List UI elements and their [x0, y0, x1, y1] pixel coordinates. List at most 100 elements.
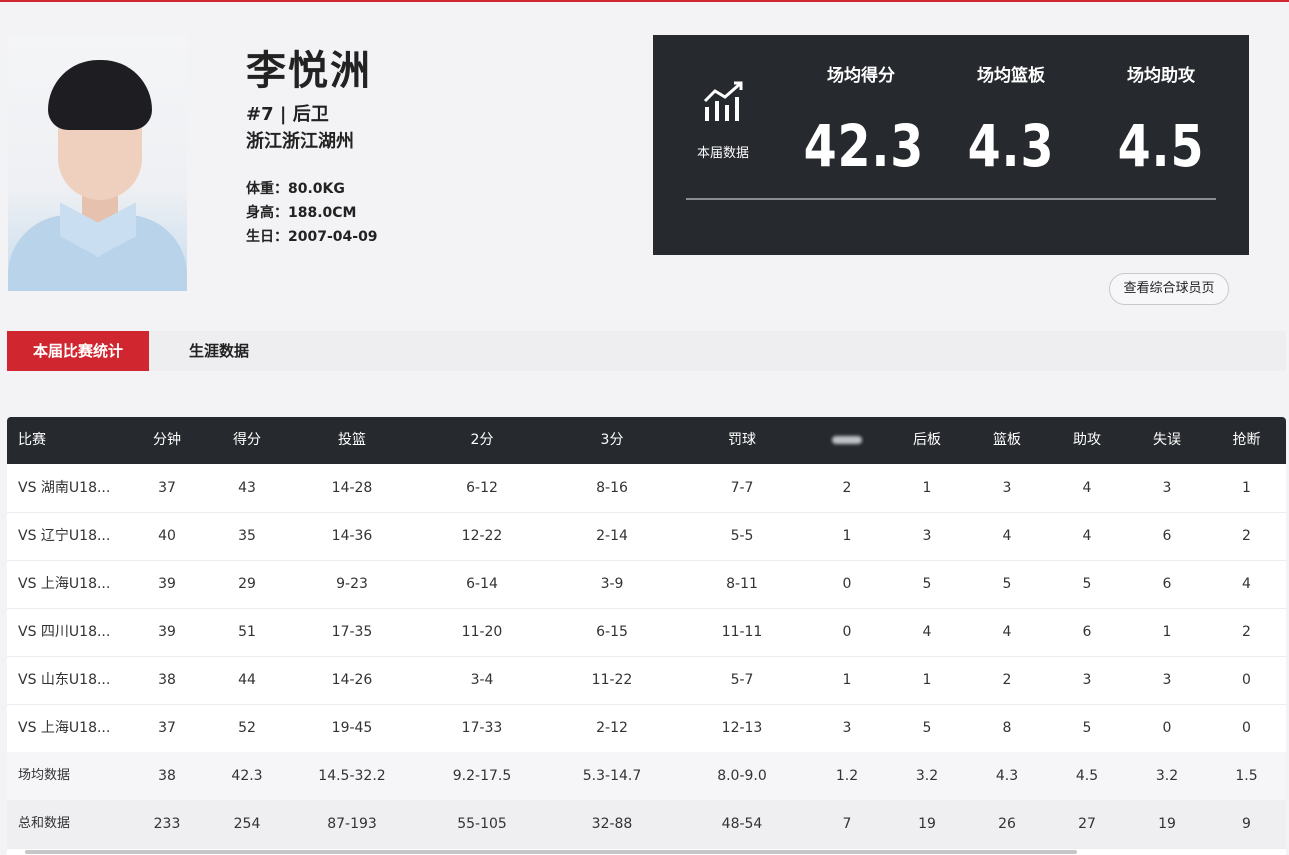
cell-def-reb: 3 — [922, 528, 932, 544]
player-name: 李悦洲 — [246, 48, 372, 94]
stat-assists-value: 4.5 — [1117, 112, 1205, 180]
cell-turnovers: 3.2 — [1155, 768, 1179, 784]
cell-match: VS 上海U18... — [18, 576, 111, 592]
cell-rebounds: 3 — [1002, 480, 1012, 496]
cell-rebounds: 26 — [998, 816, 1016, 832]
cell-three-pt: 32-88 — [591, 816, 633, 832]
bar-chart-icon — [703, 81, 743, 121]
cell-blurred: 1.2 — [835, 768, 859, 784]
player-birthday: 生日：2007-04-09 — [246, 229, 378, 245]
player-photo — [8, 35, 187, 291]
column-header-fg[interactable]: 投篮 — [287, 417, 417, 464]
player-height: 身高：188.0CM — [246, 205, 357, 221]
tab-bar: 本届比赛统计 生涯数据 — [7, 331, 1286, 371]
cell-ft: 8.0-9.0 — [717, 768, 767, 784]
cell-three-pt: 5.3-14.7 — [582, 768, 642, 784]
cell-match: VS 湖南U18... — [18, 480, 111, 496]
cell-two-pt: 9.2-17.5 — [452, 768, 512, 784]
cell-ft: 12-13 — [721, 720, 763, 736]
column-header-minutes[interactable]: 分钟 — [127, 417, 207, 464]
cell-turnovers: 3 — [1162, 672, 1172, 688]
player-number-position: #7 | 后卫 — [246, 104, 329, 125]
cell-blurred: 1 — [842, 528, 852, 544]
cell-assists: 6 — [1082, 624, 1092, 640]
stat-points-label: 场均得分 — [827, 66, 895, 86]
stats-table: 比赛 分钟 得分 投篮 2分 3分 罚球 后板 篮板 助攻 失误 抢断 VS 湖南U18... 37 43… — [7, 417, 1286, 855]
cell-assists: 4 — [1082, 480, 1092, 496]
cell-three-pt: 3-9 — [600, 576, 624, 592]
season-stats-panel: 本届数据 场均得分 42.3 场均篮板 4.3 场均助攻 4.5 — [653, 35, 1249, 255]
cell-turnovers: 0 — [1162, 720, 1172, 736]
stat-assists: 场均助攻 4.5 — [1091, 61, 1231, 180]
cell-two-pt: 6-14 — [466, 576, 498, 592]
cell-fg: 14-26 — [331, 672, 373, 688]
player-hometown: 浙江浙江湖州 — [246, 131, 354, 152]
cell-def-reb: 5 — [922, 576, 932, 592]
cell-turnovers: 6 — [1162, 576, 1172, 592]
cell-fg: 14-36 — [331, 528, 373, 544]
cell-points: 44 — [238, 672, 256, 688]
cell-three-pt: 8-16 — [596, 480, 628, 496]
stat-rebounds-value: 4.3 — [967, 112, 1055, 180]
cell-blurred: 3 — [842, 720, 852, 736]
cell-minutes: 38 — [158, 672, 176, 688]
stat-points: 场均得分 42.3 — [791, 61, 931, 180]
cell-blurred: 2 — [842, 480, 852, 496]
cell-steals: 0 — [1242, 672, 1251, 688]
stats-divider — [686, 198, 1216, 200]
stat-rebounds-label: 场均篮板 — [977, 66, 1045, 86]
cell-match: VS 上海U18... — [18, 720, 111, 736]
cell-two-pt: 17-33 — [461, 720, 503, 736]
tab-career-stats[interactable]: 生涯数据 — [167, 331, 271, 371]
column-header-rebounds[interactable]: 篮板 — [967, 417, 1047, 464]
cell-turnovers: 6 — [1162, 528, 1172, 544]
column-header-turnovers[interactable]: 失误 — [1127, 417, 1207, 464]
column-header-points[interactable]: 得分 — [207, 417, 287, 464]
cell-steals: 1 — [1242, 480, 1251, 496]
cell-def-reb: 1 — [922, 672, 932, 688]
cell-rebounds: 4 — [1002, 528, 1012, 544]
cell-steals: 2 — [1242, 624, 1251, 640]
cell-ft: 8-11 — [726, 576, 758, 592]
cell-three-pt: 11-22 — [591, 672, 633, 688]
cell-minutes: 233 — [153, 816, 181, 832]
cell-blurred: 7 — [842, 816, 852, 832]
column-header-blurred[interactable] — [807, 417, 887, 464]
tab-current-stats[interactable]: 本届比赛统计 — [7, 331, 149, 371]
cell-two-pt: 6-12 — [466, 480, 498, 496]
cell-assists: 4.5 — [1075, 768, 1099, 784]
table-row: VS 辽宁U18... 40 35 14-36 12-22 2-14 5-5 1 3 4 4 6 2 — [7, 512, 1286, 561]
cell-points: 52 — [238, 720, 256, 736]
cell-ft: 7-7 — [730, 480, 754, 496]
column-header-assists[interactable]: 助攻 — [1047, 417, 1127, 464]
table-row: VS 上海U18... 39 29 9-23 6-14 3-9 8-11 0 5 5 5 6 4 — [7, 560, 1286, 609]
cell-rebounds: 2 — [1002, 672, 1012, 688]
cell-two-pt: 12-22 — [461, 528, 503, 544]
table-row: VS 山东U18... 38 44 14-26 3-4 11-22 5-7 1 1 2 3 3 0 — [7, 656, 1286, 705]
column-header-def-reb[interactable]: 后板 — [887, 417, 967, 464]
cell-two-pt: 55-105 — [457, 816, 507, 832]
cell-rebounds: 5 — [1002, 576, 1012, 592]
cell-ft: 11-11 — [721, 624, 763, 640]
column-header-ft[interactable]: 罚球 — [677, 417, 807, 464]
cell-rebounds: 4.3 — [995, 768, 1019, 784]
column-header-steals[interactable]: 抢断 — [1207, 417, 1286, 464]
view-player-profile-button[interactable]: 查看综合球员页 — [1109, 273, 1229, 305]
cell-def-reb: 4 — [922, 624, 932, 640]
cell-turnovers: 19 — [1158, 816, 1176, 832]
cell-three-pt: 2-12 — [596, 720, 628, 736]
cell-match: VS 四川U18... — [18, 624, 111, 640]
horizontal-scrollbar[interactable] — [25, 850, 1077, 854]
column-header-two-pt[interactable]: 2分 — [417, 417, 547, 464]
cell-points: 42.3 — [231, 768, 263, 784]
cell-two-pt: 3-4 — [470, 672, 494, 688]
cell-turnovers: 1 — [1162, 624, 1172, 640]
cell-def-reb: 1 — [922, 480, 932, 496]
cell-fg: 14-28 — [331, 480, 373, 496]
cell-points: 29 — [238, 576, 256, 592]
player-weight: 体重：80.0KG — [246, 181, 345, 197]
cell-three-pt: 6-15 — [596, 624, 628, 640]
column-header-three-pt[interactable]: 3分 — [547, 417, 677, 464]
cell-assists: 5 — [1082, 576, 1092, 592]
cell-fg: 19-45 — [331, 720, 373, 736]
